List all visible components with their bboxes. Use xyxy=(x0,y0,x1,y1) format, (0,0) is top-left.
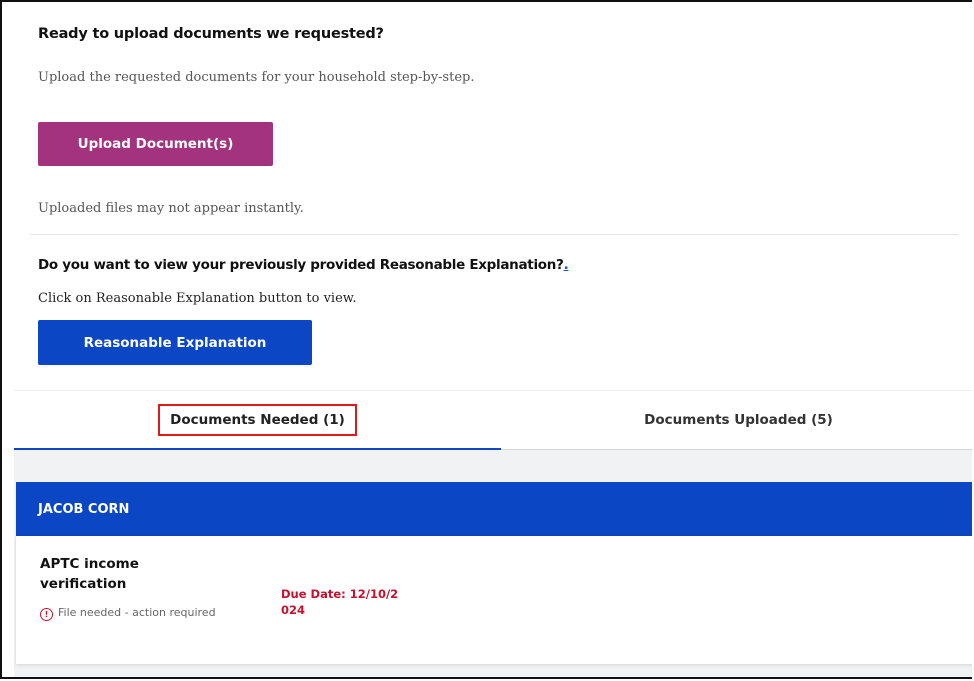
info-circle-icon: ! xyxy=(40,608,53,621)
section-divider xyxy=(30,234,958,235)
reasonable-explanation-button[interactable]: Reasonable Explanation xyxy=(38,320,312,365)
person-name: JACOB CORN xyxy=(38,501,130,517)
upload-documents-button[interactable]: Upload Document(s) xyxy=(38,122,273,166)
reasonable-explanation-heading: Do you want to view your previously prov… xyxy=(38,257,569,273)
tab-documents-needed-label: Documents Needed (1) xyxy=(158,403,357,436)
document-status: ! File needed - action required xyxy=(40,602,240,624)
documents-tabs: Documents Needed (1) Documents Uploaded … xyxy=(14,390,972,451)
tab-documents-uploaded-label: Documents Uploaded (5) xyxy=(644,411,833,428)
upload-heading: Ready to upload documents we requested? xyxy=(38,26,384,42)
tab-documents-uploaded[interactable]: Documents Uploaded (5) xyxy=(501,391,972,448)
document-card: APTC income verification ! File needed - … xyxy=(16,536,972,664)
reasonable-heading-suffix: . xyxy=(563,257,569,273)
tab-documents-needed[interactable]: Documents Needed (1) xyxy=(14,391,501,448)
document-due-date: Due Date: 12/10/2024 xyxy=(281,586,401,618)
upload-note: Uploaded files may not appear instantly. xyxy=(38,201,304,216)
reasonable-explanation-description: Click on Reasonable Explanation button t… xyxy=(38,291,357,306)
document-title: APTC income verification xyxy=(40,556,139,592)
document-status-text: File needed - action required xyxy=(58,606,216,619)
due-date-label: Due Date: xyxy=(281,587,346,601)
person-header: JACOB CORN xyxy=(16,482,972,536)
reasonable-heading-text: Do you want to view your previously prov… xyxy=(38,257,564,273)
page-frame: Ready to upload documents we requested? … xyxy=(0,0,972,679)
upload-description: Upload the requested documents for your … xyxy=(38,70,475,85)
